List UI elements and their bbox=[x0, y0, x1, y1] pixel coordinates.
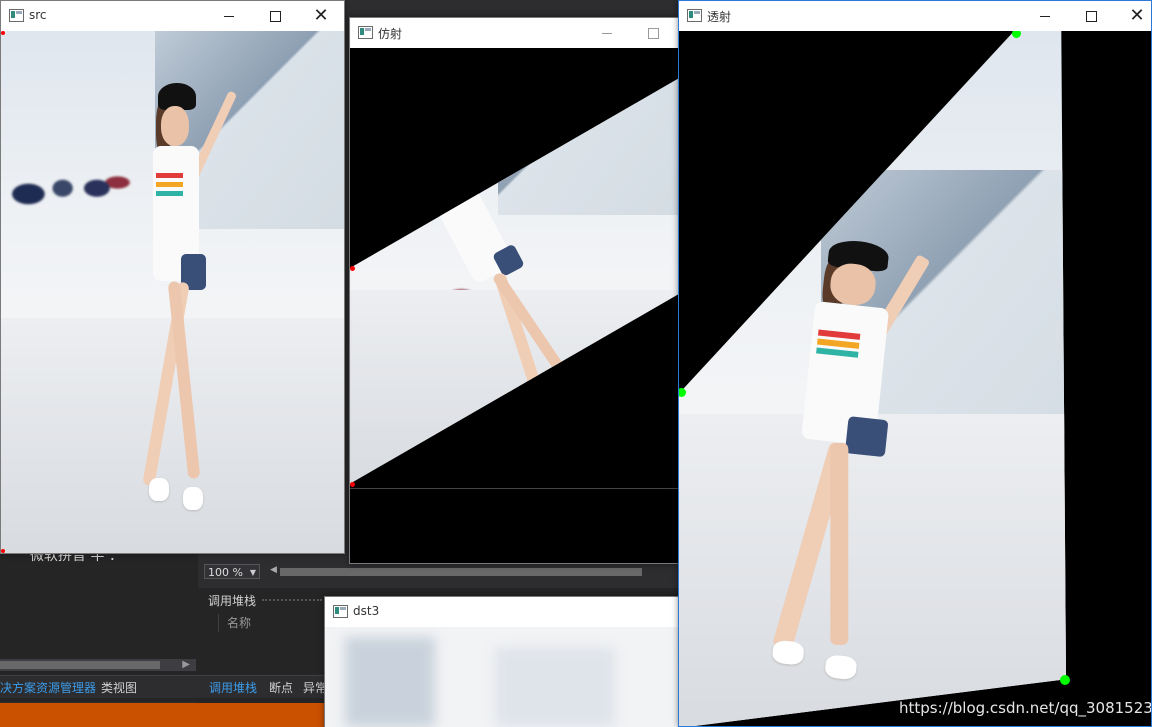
minimize-button[interactable] bbox=[206, 1, 252, 31]
window-src[interactable]: src ✕ bbox=[0, 0, 345, 554]
src-marker-point bbox=[1, 549, 5, 553]
minimize-icon bbox=[602, 32, 612, 34]
stripe bbox=[156, 181, 184, 188]
call-stack-title: 调用堆栈 bbox=[208, 594, 257, 608]
blur-column bbox=[345, 637, 435, 727]
escalator bbox=[497, 78, 678, 216]
maximize-button[interactable] bbox=[630, 18, 676, 48]
src-marker-point bbox=[1, 31, 5, 35]
zoom-scrollbar[interactable] bbox=[280, 568, 642, 576]
tab-solution-explorer[interactable]: 决方案资源管理器 bbox=[0, 679, 96, 696]
close-button[interactable]: ✕ bbox=[1114, 1, 1151, 31]
titlebar-dst3[interactable]: dst3 bbox=[325, 597, 679, 627]
shoe bbox=[183, 487, 203, 510]
minimize-button[interactable] bbox=[1022, 1, 1068, 31]
app-icon bbox=[9, 9, 24, 22]
shoe bbox=[149, 478, 169, 501]
window-perspective[interactable]: 透射 ✕ https://blog.csdn.net/qq_30815237 bbox=[678, 0, 1152, 727]
left-panel-tabs: 决方案资源管理器 类视图 bbox=[0, 675, 198, 698]
maximize-icon bbox=[647, 27, 659, 39]
affine-marker-point bbox=[350, 482, 355, 487]
perspective-marker-point bbox=[1060, 675, 1070, 685]
maximize-icon bbox=[269, 10, 281, 22]
panel-grip[interactable] bbox=[262, 599, 322, 603]
minimize-button[interactable] bbox=[584, 18, 630, 48]
face bbox=[426, 161, 464, 199]
source-photo bbox=[1, 31, 344, 553]
app-icon bbox=[687, 9, 702, 22]
titlebar-affine[interactable]: 仿射 bbox=[350, 18, 678, 48]
affine-warped-photo bbox=[350, 78, 678, 484]
maximize-button[interactable] bbox=[252, 1, 298, 31]
stripe bbox=[156, 172, 184, 179]
perspective-warped-photo bbox=[679, 31, 1067, 726]
zoom-value: 100 % bbox=[208, 566, 243, 579]
scrollbar-thumb[interactable] bbox=[0, 661, 160, 669]
tab-class-view[interactable]: 类视图 bbox=[101, 679, 137, 696]
blur-area bbox=[495, 647, 615, 727]
close-button[interactable]: ✕ bbox=[298, 1, 344, 31]
window-title: 仿射 bbox=[378, 27, 403, 41]
window-affine[interactable]: 仿射 bbox=[349, 17, 679, 564]
scroll-left-icon[interactable]: ◀ bbox=[270, 565, 277, 575]
shoe bbox=[771, 639, 806, 666]
titlebar-perspective[interactable]: 透射 ✕ bbox=[679, 1, 1151, 31]
image-border bbox=[350, 488, 678, 489]
maximize-icon bbox=[1085, 10, 1097, 22]
app-icon bbox=[333, 605, 348, 618]
perspective-image: https://blog.csdn.net/qq_30815237 bbox=[679, 31, 1151, 726]
column-header-name[interactable]: 名称 bbox=[218, 614, 337, 632]
tab-breakpoints[interactable]: 断点 bbox=[269, 679, 293, 696]
affine-marker-point bbox=[350, 266, 355, 271]
watermark: https://blog.csdn.net/qq_30815237 bbox=[899, 699, 1151, 717]
shoe bbox=[824, 654, 858, 681]
zoom-bar: 100 % ▼ ◀ bbox=[198, 562, 678, 582]
titlebar-src[interactable]: src ✕ bbox=[1, 1, 344, 31]
window-title: src bbox=[29, 8, 47, 22]
minimize-icon bbox=[1040, 15, 1050, 17]
zoom-select[interactable]: 100 % ▼ bbox=[204, 564, 260, 579]
dst3-image bbox=[325, 627, 679, 727]
horizontal-scrollbar[interactable]: ▶ bbox=[0, 659, 196, 671]
face bbox=[160, 105, 190, 147]
leg bbox=[829, 443, 849, 646]
desktop: 微软拼音 半 ： ▶ 决方案资源管理器 类视图 100 % ▼ ◀ 调用堆栈 名… bbox=[0, 0, 1152, 727]
person bbox=[131, 83, 237, 532]
tab-call-stack[interactable]: 调用堆栈 bbox=[209, 679, 257, 696]
window-title: dst3 bbox=[353, 604, 380, 618]
maximize-button[interactable] bbox=[1068, 1, 1114, 31]
crowd bbox=[1, 124, 139, 240]
stripe bbox=[156, 190, 184, 197]
scroll-right-icon[interactable]: ▶ bbox=[182, 659, 190, 671]
window-dst3[interactable]: dst3 bbox=[324, 596, 680, 727]
window-title: 透射 bbox=[707, 10, 732, 24]
close-icon: ✕ bbox=[313, 5, 329, 26]
close-icon: ✕ bbox=[1129, 5, 1145, 26]
hat bbox=[416, 145, 458, 179]
app-icon bbox=[358, 26, 373, 39]
chevron-down-icon: ▼ bbox=[249, 568, 256, 577]
minimize-icon bbox=[224, 15, 234, 17]
affine-image bbox=[350, 48, 678, 563]
bag bbox=[845, 416, 889, 457]
src-image bbox=[1, 31, 344, 553]
